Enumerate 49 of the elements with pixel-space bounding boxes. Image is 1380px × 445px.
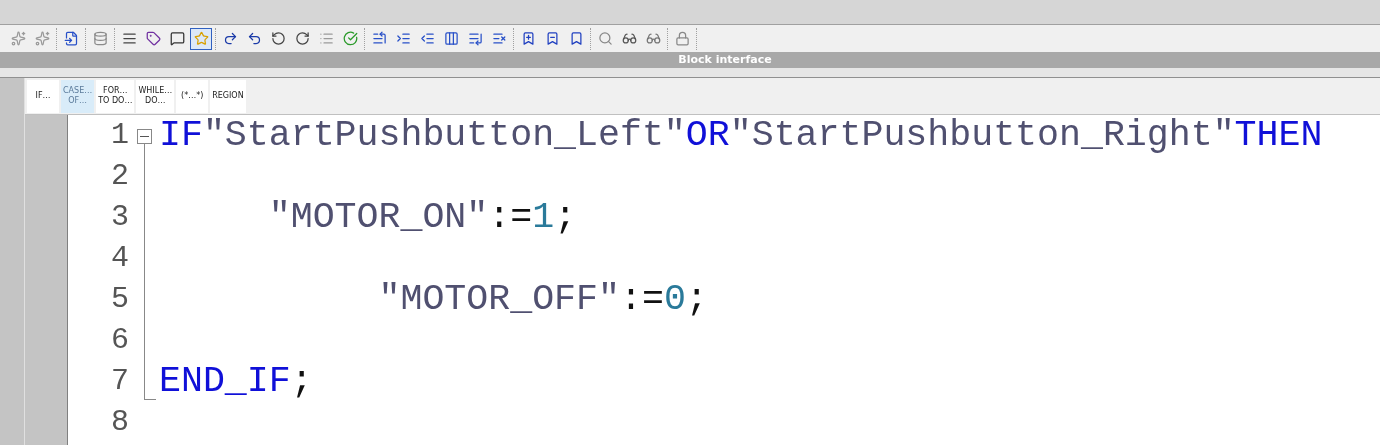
snippet-tab[interactable]: FOR… TO DO…: [96, 79, 135, 113]
code-line: "MOTOR_ON":=1;: [267, 197, 577, 238]
line-number: 7: [110, 363, 130, 400]
line-number: 3: [110, 199, 130, 236]
line-number: 1: [110, 117, 130, 154]
line-number: 4: [110, 240, 130, 277]
rotate-icon: [270, 31, 286, 46]
code-line: END_IF;: [159, 361, 313, 402]
lines-icon: [121, 31, 137, 46]
check-icon: [342, 31, 358, 46]
columns-icon: [443, 31, 459, 46]
glasses-icon: [645, 31, 661, 46]
snippet-tab[interactable]: REGION: [210, 79, 246, 113]
speech-bubble-icon: [169, 31, 185, 46]
document-arrow-icon: [63, 31, 79, 46]
snippet-tab[interactable]: CASE… OF…: [61, 79, 95, 113]
snippet-tab[interactable]: (*…*): [176, 79, 209, 113]
arrow-icon: [222, 31, 238, 46]
line-number: 6: [110, 322, 130, 359]
snippet-tab[interactable]: WHILE… DO…: [136, 79, 175, 113]
panel-title: Block interface: [677, 51, 772, 68]
bookmark-icon: [568, 31, 584, 46]
snippet-tab[interactable]: IF…: [27, 79, 59, 113]
indent-icon: [395, 31, 411, 46]
splitter-bar[interactable]: [0, 68, 1380, 78]
lock-icon: [674, 31, 690, 46]
list-icon: [467, 31, 483, 46]
sparkle-icon: [34, 31, 50, 46]
search-icon: [597, 31, 613, 46]
line-number: 5: [110, 281, 130, 318]
rotate-icon: [294, 31, 310, 46]
bookmark-icon: [544, 31, 560, 46]
bookmark-icon: [520, 31, 536, 46]
toolbar-button[interactable]: [190, 27, 212, 50]
list-icon: [318, 31, 334, 46]
code-line: IF"StartPushbutton_Left"OR"StartPushbutton_Right"THEN: [159, 115, 1323, 156]
tag-icon: [145, 31, 161, 46]
list-icon: [371, 31, 387, 46]
line-number: 8: [110, 404, 130, 441]
arrow-icon: [246, 31, 262, 46]
collapse-icon[interactable]: [137, 129, 152, 144]
glasses-icon: [621, 31, 637, 46]
sparkle-icon: [10, 31, 26, 46]
star-icon: [193, 31, 209, 46]
line-number: 2: [110, 158, 130, 195]
list-icon: [491, 31, 507, 46]
outdent-icon: [419, 31, 435, 46]
code-line: "MOTOR_OFF":=0;: [377, 279, 708, 320]
cylinder-icon: [92, 31, 108, 46]
